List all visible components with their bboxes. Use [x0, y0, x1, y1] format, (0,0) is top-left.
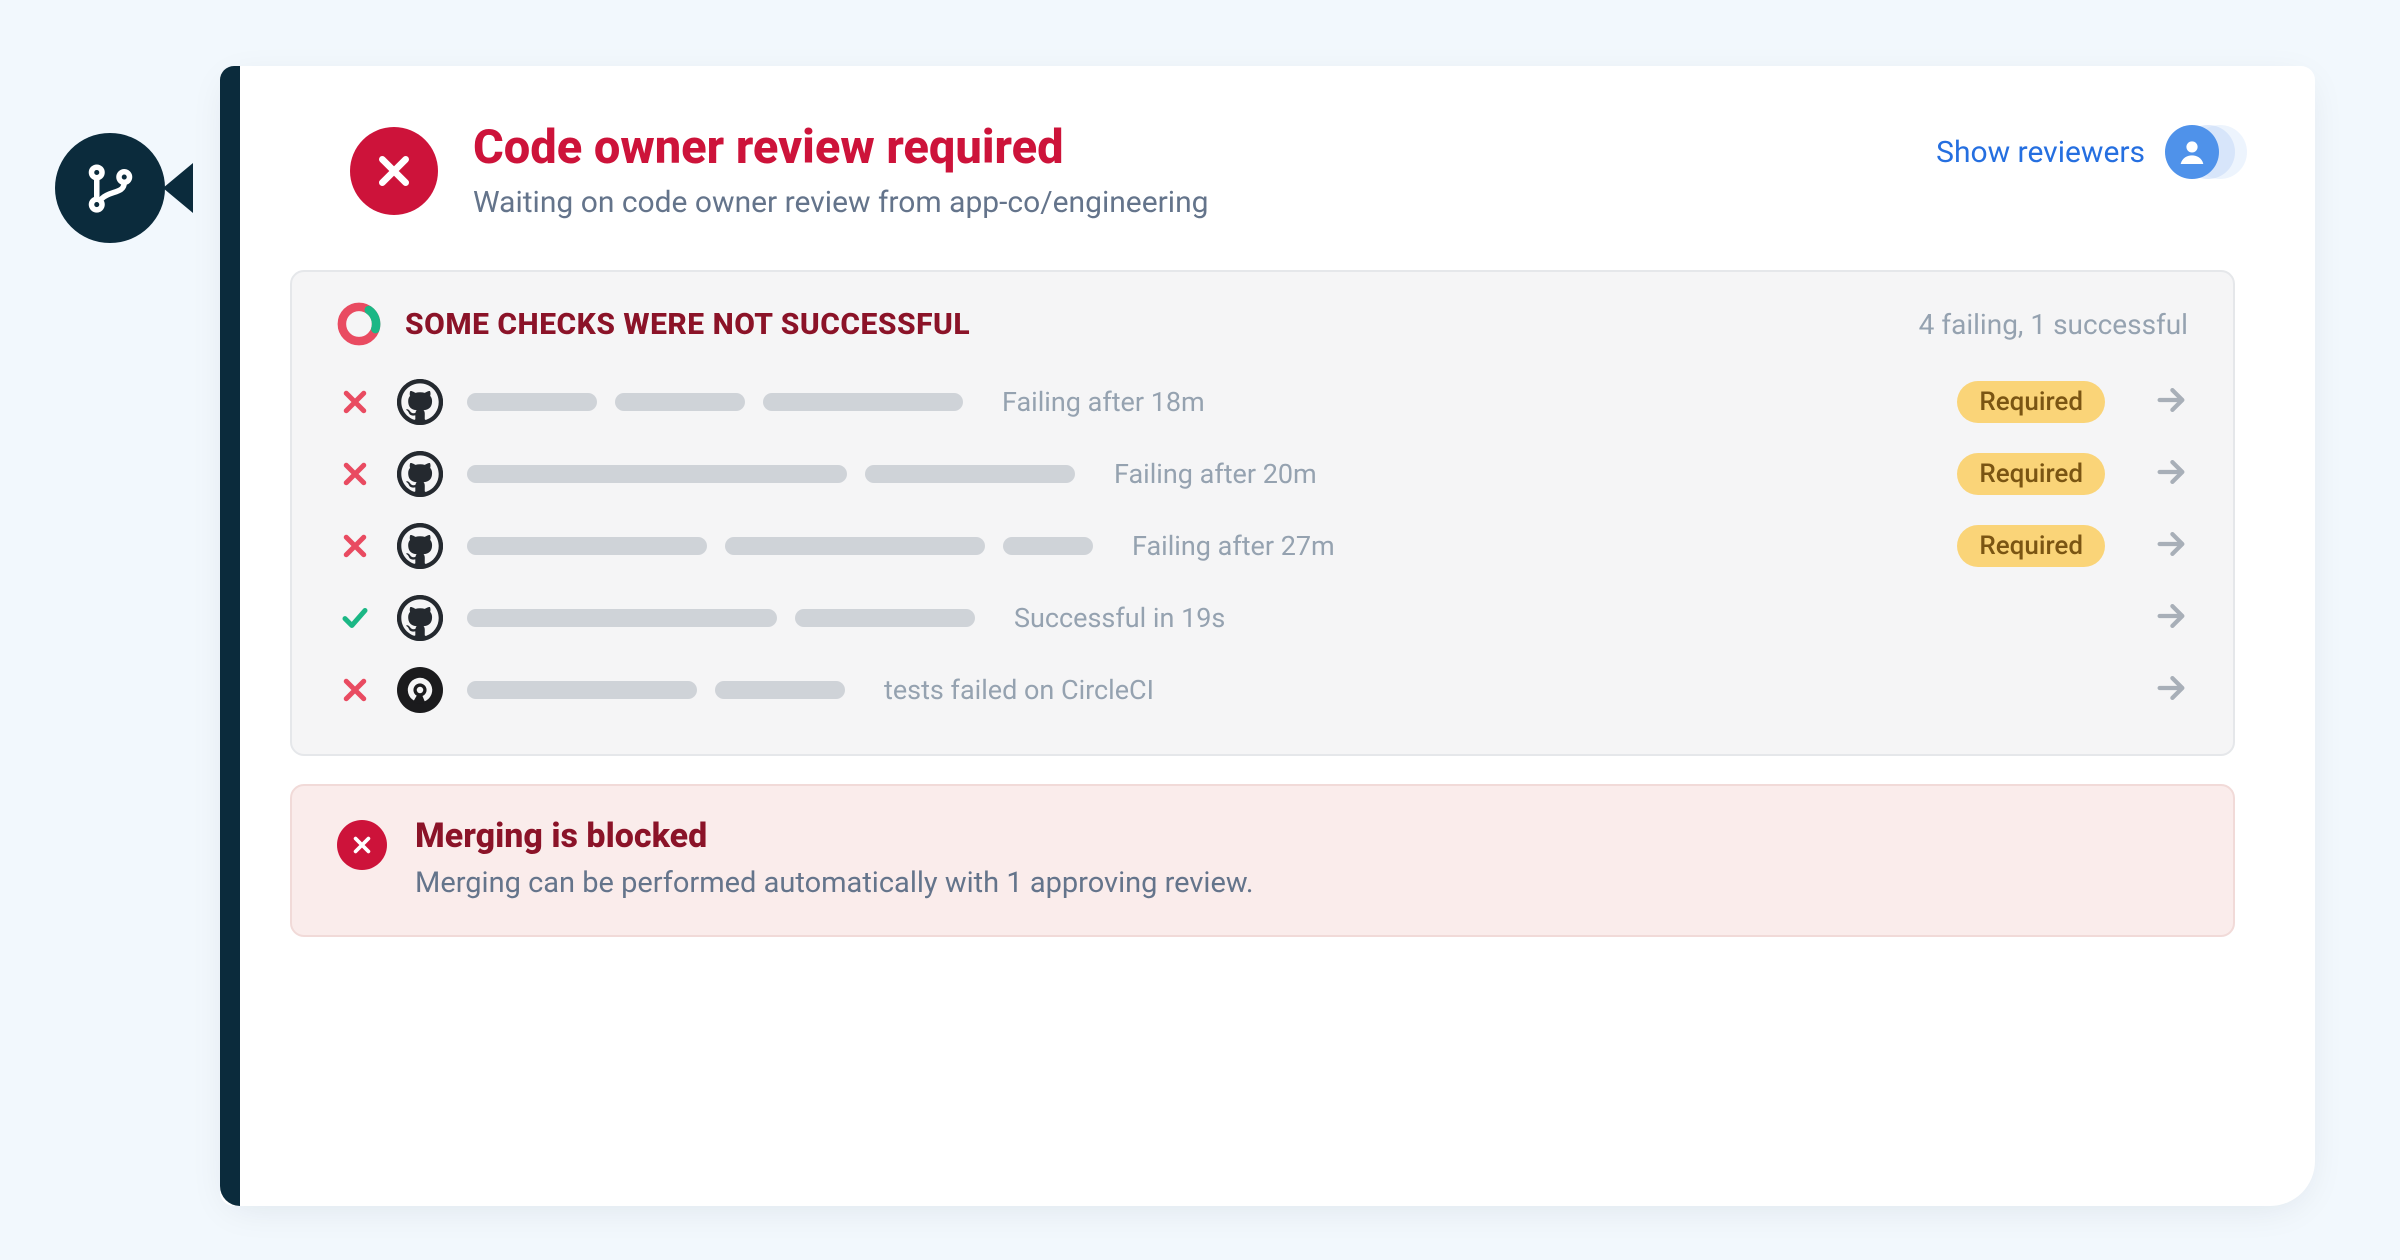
check-row[interactable]: tests failed on CircleCI: [337, 654, 2188, 726]
github-icon: [397, 595, 443, 641]
check-row[interactable]: Failing after 27m Required: [337, 510, 2188, 582]
required-badge: Required: [1957, 525, 2105, 567]
check-status-text: Failing after 18m: [987, 386, 1205, 418]
avatar-icon: [2165, 125, 2219, 179]
arrow-right-icon[interactable]: [2129, 599, 2188, 637]
show-reviewers-link[interactable]: Show reviewers: [1936, 135, 2145, 170]
git-branch-badge: [55, 133, 165, 243]
check-fail-icon: [337, 459, 373, 489]
github-icon: [397, 523, 443, 569]
review-required-header: Code owner review required Waiting on co…: [240, 66, 2315, 260]
reviewer-avatars[interactable]: [2165, 125, 2235, 179]
merge-blocked-panel: Merging is blocked Merging can be perfor…: [290, 784, 2235, 937]
error-circle-small-icon: [337, 820, 387, 870]
check-status-text: tests failed on CircleCI: [869, 674, 1154, 706]
git-branch-icon: [83, 161, 138, 216]
check-status-text: Failing after 20m: [1099, 458, 1317, 490]
review-required-subtitle: Waiting on code owner review from app-co…: [473, 185, 1936, 220]
checks-panel: SOME CHECKS WERE NOT SUCCESSFUL 4 failin…: [290, 270, 2235, 756]
check-fail-icon: [337, 387, 373, 417]
timeline-bar: [220, 66, 240, 1206]
check-name-placeholder: [467, 609, 975, 627]
checks-progress-donut-icon: [337, 302, 381, 346]
merge-blocked-title: Merging is blocked: [415, 816, 1254, 856]
error-circle-icon: [350, 127, 438, 215]
check-name-placeholder: [467, 681, 845, 699]
required-badge: Required: [1957, 381, 2105, 423]
check-row[interactable]: Failing after 18m Required: [337, 366, 2188, 438]
check-fail-icon: [337, 675, 373, 705]
circleci-icon: [397, 667, 443, 713]
check-row[interactable]: Failing after 20m Required: [337, 438, 2188, 510]
check-name-placeholder: [467, 393, 963, 411]
merge-blocked-subtitle: Merging can be performed automatically w…: [415, 866, 1254, 900]
check-name-placeholder: [467, 537, 1093, 555]
arrow-right-icon[interactable]: [2129, 455, 2188, 493]
github-icon: [397, 379, 443, 425]
required-badge: Required: [1957, 453, 2105, 495]
check-status-text: Successful in 19s: [999, 602, 1225, 634]
checks-summary: 4 failing, 1 successful: [1919, 308, 2188, 341]
check-pass-icon: [337, 603, 373, 633]
check-status-text: Failing after 27m: [1117, 530, 1335, 562]
arrow-right-icon[interactable]: [2129, 671, 2188, 709]
check-name-placeholder: [467, 465, 1075, 483]
check-row[interactable]: Successful in 19s: [337, 582, 2188, 654]
arrow-right-icon[interactable]: [2129, 383, 2188, 421]
merge-status-card: Code owner review required Waiting on co…: [220, 66, 2315, 1206]
arrow-right-icon[interactable]: [2129, 527, 2188, 565]
github-icon: [397, 451, 443, 497]
review-required-title: Code owner review required: [473, 121, 1936, 175]
check-fail-icon: [337, 531, 373, 561]
checks-title: SOME CHECKS WERE NOT SUCCESSFUL: [405, 307, 1895, 342]
badge-pointer: [163, 163, 193, 213]
